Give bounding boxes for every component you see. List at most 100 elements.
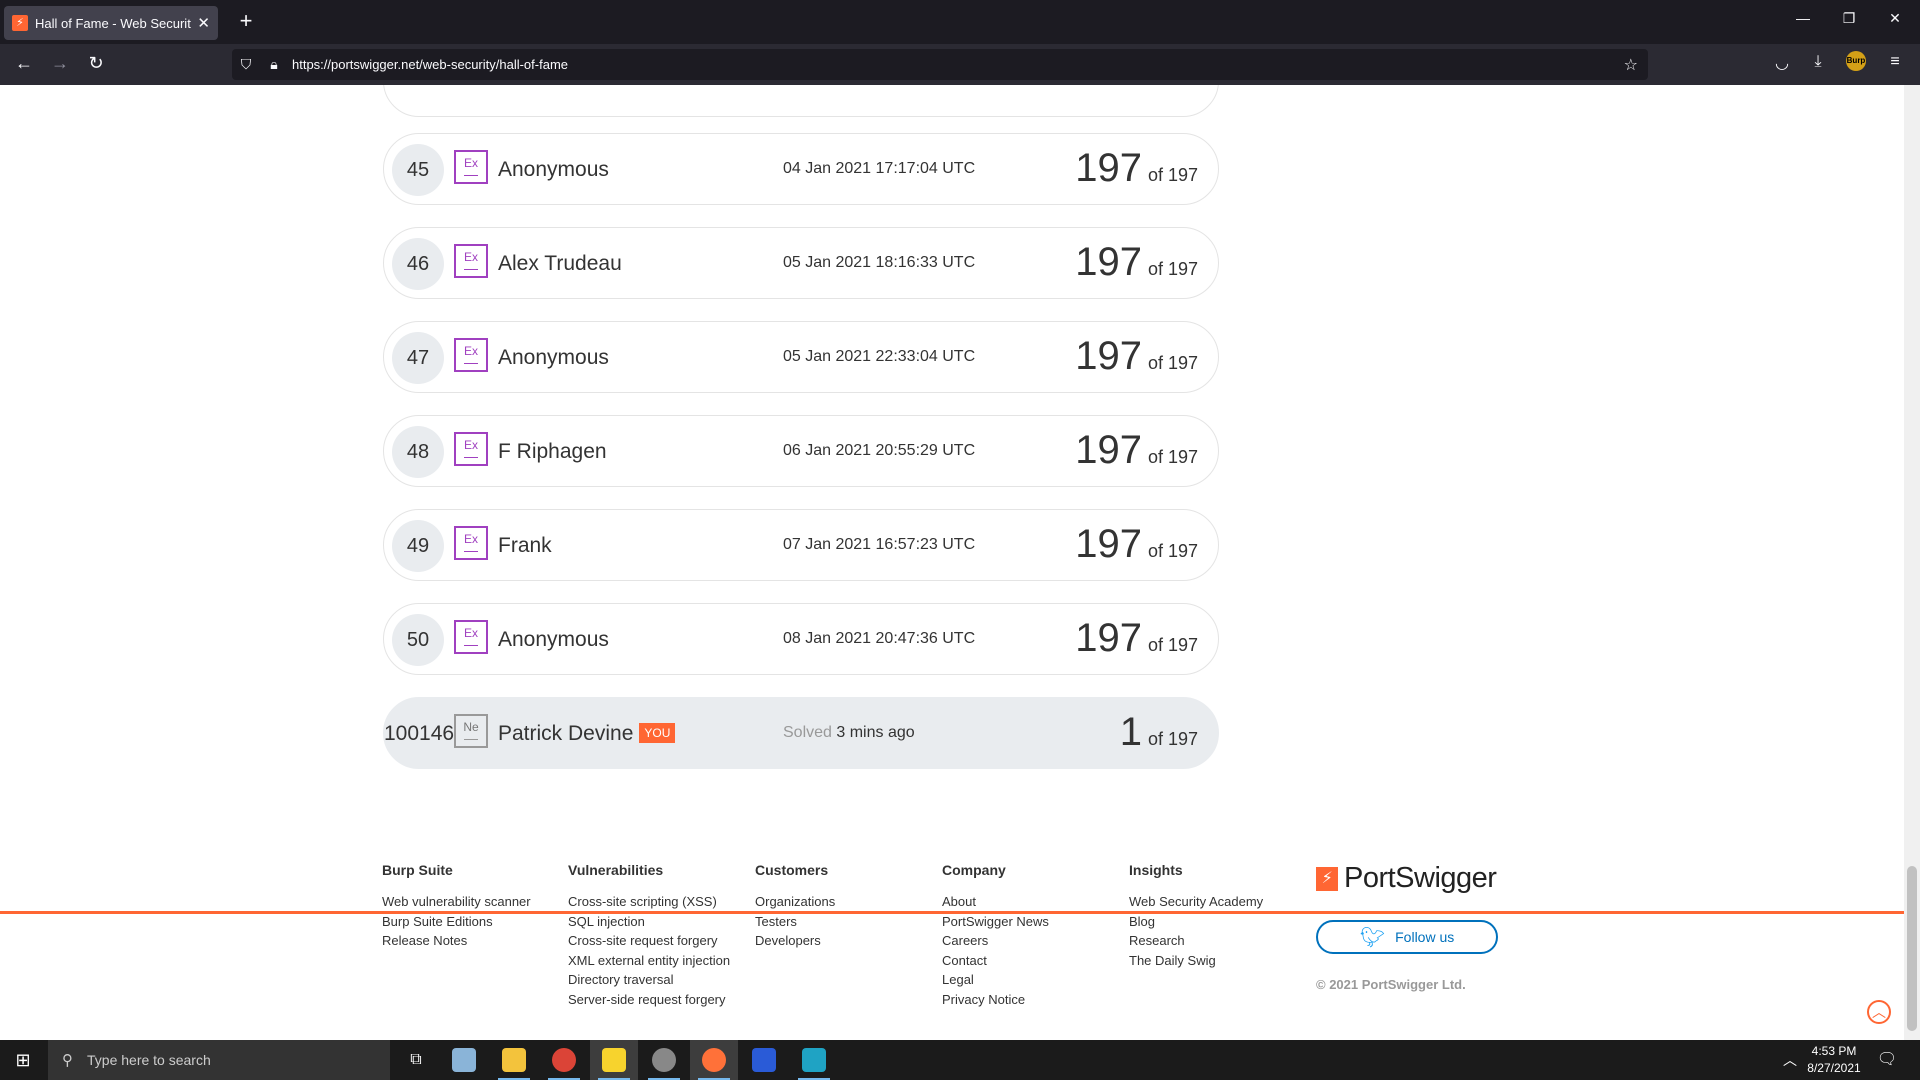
back-to-top-icon[interactable]: ︿ [1867,1000,1891,1024]
pocket-icon[interactable]: ◡ [1767,53,1797,73]
file-explorer-icon[interactable] [490,1040,538,1080]
wireguard-icon[interactable] [640,1040,688,1080]
completion-date: 07 Jan 2021 16:57:23 UTC [783,536,976,553]
footer-link[interactable]: Directory traversal [568,970,730,990]
sticky-notes-icon[interactable] [590,1040,638,1080]
footer-link[interactable]: Privacy Notice [942,990,1049,1010]
completion-date: 08 Jan 2021 20:47:36 UTC [783,630,976,647]
footer-link[interactable]: Careers [942,931,1049,951]
user-name: Anonymous [498,628,609,651]
tab-title: Hall of Fame - Web Security Ac [35,15,191,31]
url-text[interactable]: https://portswigger.net/web-security/hal… [292,57,568,72]
expert-badge-icon: Ex [454,620,488,654]
rank-number: 100146 [384,722,455,745]
search-placeholder: Type here to search [87,1052,211,1068]
portswigger-logo-icon: ⚡ [1316,866,1338,891]
url-bar[interactable]: ⛉ 🔒︎ https://portswigger.net/web-securit… [232,49,1648,80]
footer-link[interactable]: Research [1129,931,1263,951]
footer-heading: Vulnerabilities [568,862,664,878]
footer-link[interactable]: Blog [1129,912,1263,932]
back-icon[interactable]: ← [10,53,38,74]
close-window-icon[interactable]: ✕ [1872,10,1918,27]
user-name: Anonymous [498,158,609,181]
footer-link[interactable]: SQL injection [568,912,730,932]
footer-link[interactable]: The Daily Swig [1129,951,1263,971]
task-view-icon[interactable]: ⧉ [392,1040,440,1080]
table-row: 45 Ex Anonymous 04 Jan 2021 17:17:04 UTC… [383,133,1219,205]
portswigger-logo[interactable]: ⚡ PortSwigger [1316,862,1497,895]
table-row: 50 Ex Anonymous 08 Jan 2021 20:47:36 UTC… [383,603,1219,675]
footer-link[interactable]: Developers [755,931,835,951]
downloads-icon[interactable]: ⤓ [1803,53,1833,71]
footer-link[interactable]: Web vulnerability scanner [382,892,531,912]
rank-number: 45 [392,144,444,196]
user-name: F Riphagen [498,440,607,463]
user-name: Anonymous [498,346,609,369]
completion-date: 06 Jan 2021 20:55:29 UTC [783,442,976,459]
expert-badge-icon: Ex [454,244,488,278]
windows-start-icon[interactable]: ⊞ [0,1040,46,1080]
restore-icon[interactable]: ❐ [1826,10,1872,27]
burp-suite-icon[interactable] [790,1040,838,1080]
footer-column-vulnerabilities: Vulnerabilities Cross-site scripting (XS… [568,862,730,1009]
score: 197 of 197 [1075,240,1198,284]
score: 197 of 197 [1075,146,1198,190]
malwarebytes-icon[interactable] [740,1040,788,1080]
minimize-icon[interactable]: — [1780,10,1826,26]
new-tab-icon[interactable]: + [234,8,258,34]
rank-number: 46 [392,238,444,290]
table-row: 47 Ex Anonymous 05 Jan 2021 22:33:04 UTC… [383,321,1219,393]
portswigger-favicon-icon: ⚡ [12,15,28,31]
table-row: 49 Ex Frank 07 Jan 2021 16:57:23 UTC 197… [383,509,1219,581]
footer-link[interactable]: Cross-site request forgery [568,931,730,951]
footer-link[interactable]: Contact [942,951,1049,971]
completion-date: 05 Jan 2021 18:16:33 UTC [783,254,976,271]
footer-link[interactable]: Release Notes [382,931,531,951]
forward-icon[interactable]: → [46,53,74,74]
footer-column-insights: Insights Web Security Academy Blog Resea… [1129,862,1263,970]
scrollbar-thumb[interactable] [1907,866,1917,1031]
taskbar: ⊞ ⚲ Type here to search ⧉ ︿ 4:53 PM 8/27… [0,1040,1920,1080]
footer-column-customers: Customers Organizations Testers Develope… [755,862,835,951]
tray-chevron-icon[interactable]: ︿ [1775,1040,1805,1080]
expert-badge-icon: Ex [454,526,488,560]
close-tab-icon[interactable]: ✕ [197,14,210,32]
burp-extension-icon[interactable]: Burp [1846,51,1866,71]
completion-date: 05 Jan 2021 22:33:04 UTC [783,348,976,365]
clock[interactable]: 4:53 PM 8/27/2021 [1806,1040,1862,1080]
footer-link[interactable]: Server-side request forgery [568,990,730,1010]
footer-link[interactable]: Testers [755,912,835,932]
tracking-shield-icon[interactable]: ⛉ [232,56,260,73]
completion-date: 04 Jan 2021 17:17:04 UTC [783,160,976,177]
reload-icon[interactable]: ↻ [82,53,110,74]
footer-heading: Insights [1129,862,1183,878]
footer-column-burp-suite: Burp Suite Web vulnerability scanner Bur… [382,862,531,951]
footer-link[interactable]: XML external entity injection [568,951,730,971]
rank-number: 47 [392,332,444,384]
footer-link[interactable]: Burp Suite Editions [382,912,531,932]
user-name: Patrick Devine YOU [498,722,676,746]
chrome-icon[interactable] [540,1040,588,1080]
footer-link[interactable]: PortSwigger News [942,912,1049,932]
footer-link[interactable]: Cross-site scripting (XSS) [568,892,730,912]
footer-link[interactable]: Web Security Academy [1129,892,1263,912]
menu-icon[interactable]: ≡ [1880,53,1910,71]
notifications-icon[interactable]: 🗨︎ [1872,1040,1902,1080]
expert-badge-icon: Ex [454,338,488,372]
user-name: Alex Trudeau [498,252,622,275]
firefox-icon[interactable] [690,1040,738,1080]
twitter-follow-button[interactable]: 🐦︎ Follow us [1316,920,1498,954]
bookmark-star-icon[interactable]: ☆ [1624,55,1638,75]
table-row: 46 Ex Alex Trudeau 05 Jan 2021 18:16:33 … [383,227,1219,299]
lock-icon[interactable]: 🔒︎ [260,56,288,73]
footer-link[interactable]: Organizations [755,892,835,912]
expert-badge-icon: Ex [454,150,488,184]
footer-link[interactable]: Legal [942,970,1049,990]
footer-link[interactable]: About [942,892,1049,912]
score: 197 of 197 [1075,428,1198,472]
score: 197 of 197 [1075,522,1198,566]
taskbar-search[interactable]: ⚲ Type here to search [48,1040,390,1080]
notepad-app-icon[interactable] [440,1040,488,1080]
rank-number: 48 [392,426,444,478]
tab-hall-of-fame[interactable]: ⚡ Hall of Fame - Web Security Ac ✕ [4,6,218,40]
